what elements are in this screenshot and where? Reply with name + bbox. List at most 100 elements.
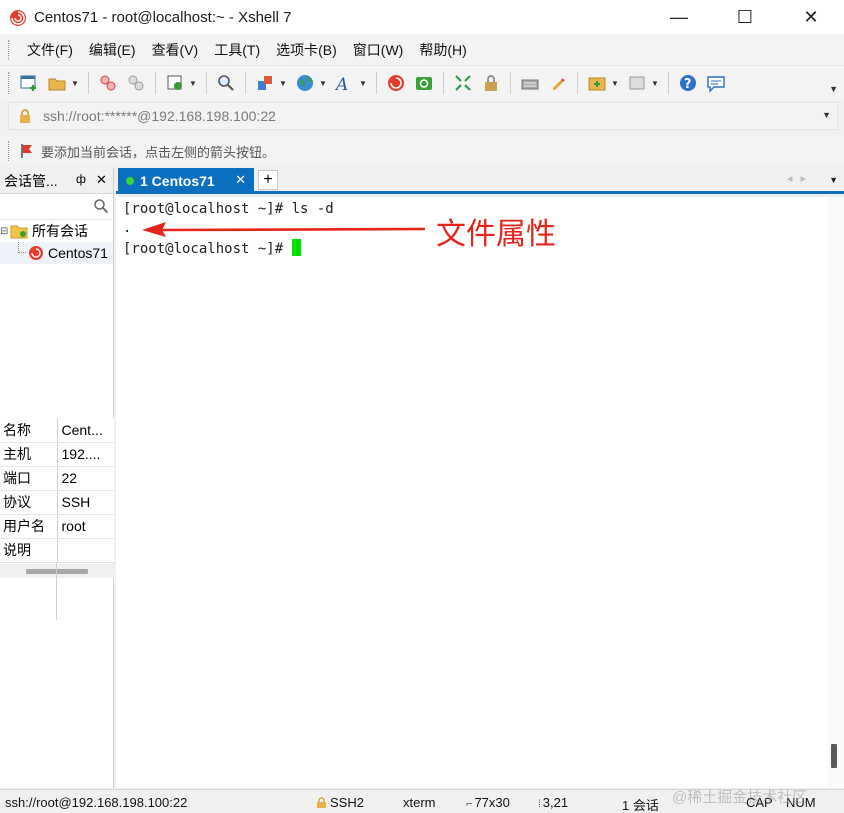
prop-value: Cent... [57,418,114,443]
tab-menu-dropdown-icon[interactable]: ▼ [829,175,838,185]
fullscreen-icon[interactable] [451,71,475,95]
address-bar[interactable]: ssh://root:******@192.168.198.100:22 ▼ [8,102,838,130]
globe-dropdown-icon[interactable]: ▼ [319,71,327,95]
terminal-line: [root@localhost ~]# ls -d [123,201,334,217]
connect-icon[interactable] [96,71,120,95]
hint-bar: 要添加当前会话，点击左侧的箭头按钮。 [0,136,844,166]
tab-scroll-arrows-icon[interactable]: ◂▸ [787,172,814,185]
search-icon[interactable] [93,198,109,214]
terminal-scrollbar[interactable] [828,197,844,788]
find-icon[interactable] [214,71,238,95]
layout-dropdown-icon[interactable]: ▼ [279,71,287,95]
folder-icon [10,225,28,239]
tab-close-icon[interactable]: ✕ [235,172,246,188]
status-size-text: 77x30 [474,795,510,810]
help-icon[interactable]: ? [676,71,700,95]
tree-expander-icon[interactable]: ⊟ [0,226,10,237]
xshell-icon[interactable] [384,71,408,95]
toolbar-overflow-icon[interactable]: ▼ [829,84,838,94]
cursor-pos-icon: ⁞ [538,799,541,810]
properties-icon[interactable] [163,71,187,95]
font-icon[interactable]: A [333,71,357,95]
title-bar: Centos71 - root@localhost:~ - Xshell 7 —… [0,0,844,34]
tile-dropdown-icon[interactable]: ▼ [651,71,659,95]
session-search-input[interactable] [0,194,113,220]
layout-icon[interactable] [253,71,277,95]
status-protocol-text: SSH2 [330,795,364,810]
add-tab-button[interactable]: + [258,170,278,190]
prop-key: 说明 [0,538,58,563]
font-dropdown-icon[interactable]: ▼ [359,71,367,95]
prop-key: 协议 [0,490,58,515]
terminal-prompt-line: [root@localhost ~]# [123,239,301,257]
terminal-cursor [291,239,301,256]
globe-icon[interactable] [293,71,317,95]
table-row: 主机 192.... [0,442,114,467]
toolbar: ▼ ▼ ▼ ▼ A ▼ ▼ ▼ ? ▼ [0,66,844,100]
xftp-icon[interactable] [412,71,436,95]
tab-new-icon[interactable] [585,71,609,95]
disconnect-icon[interactable] [124,71,148,95]
new-session-icon[interactable] [17,71,41,95]
highlight-icon[interactable] [546,71,570,95]
prop-value: 22 [57,466,114,491]
menu-help[interactable]: 帮助(H) [411,40,474,60]
annotation-arrow-icon [142,222,425,237]
address-text[interactable]: ssh://root:******@192.168.198.100:22 [43,108,276,124]
size-icon: ⌐ [466,798,473,810]
hintbar-grip[interactable] [8,141,11,161]
session-manager-title: 会话管... [4,172,58,189]
watermark: @稀土掘金技术社区 [672,789,808,806]
status-terminal-type: xterm [403,795,436,810]
menu-edit[interactable]: 编辑(E) [81,40,144,60]
chat-icon[interactable] [704,71,728,95]
prop-key: 端口 [0,466,58,491]
tree-session-centos71[interactable]: Centos71 [0,242,113,264]
toolbar-grip[interactable] [8,72,11,94]
tree-child-label: Centos71 [48,245,108,261]
lock-icon[interactable] [479,71,503,95]
menu-view[interactable]: 查看(V) [144,40,207,60]
open-folder-icon[interactable] [45,71,69,95]
tab-strip: 1 Centos71 ✕ + ◂▸ ▼ [116,168,844,194]
address-dropdown-icon[interactable]: ▼ [822,110,831,120]
maximize-button[interactable]: ☐ [712,0,778,34]
status-sessions: 1 会话 [622,798,659,813]
menu-tabs[interactable]: 选项卡(B) [268,40,345,60]
prop-value: 192.... [57,442,114,467]
status-connection: ssh://root@192.168.198.100:22 [5,795,188,810]
pin-icon[interactable]: ф [76,172,86,186]
svg-text:A: A [335,75,348,93]
tab-dropdown-icon[interactable]: ▼ [611,71,619,95]
table-row: 端口 22 [0,466,114,491]
menu-window[interactable]: 窗口(W) [345,40,412,60]
terminal-view[interactable]: [root@localhost ~]# ls -d . [root@localh… [116,197,828,788]
session-icon [29,246,43,260]
prop-value: root [57,514,114,539]
close-button[interactable]: ✕ [778,0,844,34]
tile-icon[interactable] [625,71,649,95]
address-lock-icon [20,109,30,123]
tab-label: 1 Centos71 [140,173,215,189]
menubar-grip[interactable] [8,39,11,60]
prop-value [57,538,114,563]
svg-text:?: ? [684,77,692,92]
scrollbar-thumb[interactable] [831,744,837,768]
keyboard-icon[interactable] [518,71,542,95]
tab-centos71[interactable]: 1 Centos71 ✕ [118,168,254,194]
menu-file[interactable]: 文件(F) [19,40,81,60]
session-properties-table: 名称 Cent... 主机 192.... 端口 22 协议 SSH 用户名 root 说… [0,418,114,563]
table-row: 说明 [0,538,114,563]
panel-close-icon[interactable]: ✕ [96,172,107,188]
properties-dropdown-icon[interactable]: ▼ [189,71,197,95]
table-row: 协议 SSH [0,490,114,515]
minimize-button[interactable]: — [646,0,712,34]
prop-key: 名称 [0,418,58,443]
prop-key: 用户名 [0,514,58,539]
open-dropdown-icon[interactable]: ▼ [71,71,79,95]
add-session-flag-icon[interactable] [19,143,35,159]
tree-all-sessions[interactable]: ⊟ 所有会话 [0,220,113,242]
menu-tools[interactable]: 工具(T) [206,40,268,60]
panel-splitter[interactable] [0,564,114,578]
window-title: Centos71 - root@localhost:~ - Xshell 7 [34,8,292,26]
